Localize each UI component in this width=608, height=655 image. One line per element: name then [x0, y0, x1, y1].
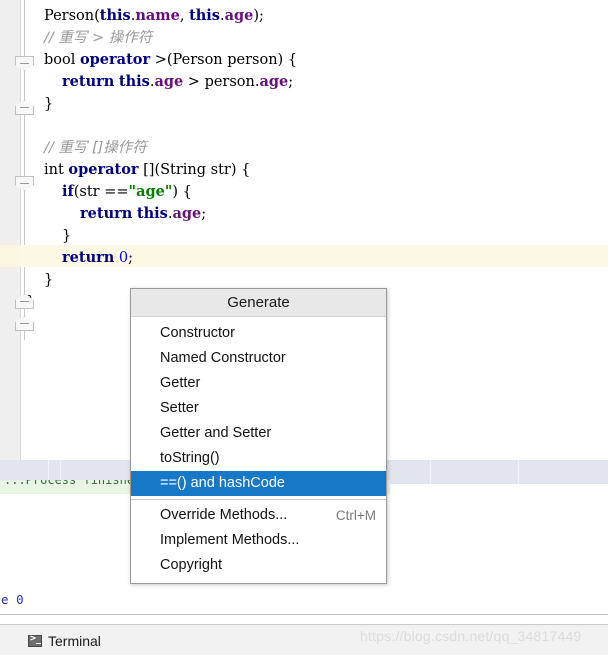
code-token: this: [99, 7, 131, 24]
code-token: name: [135, 7, 180, 24]
generate-menu-item-label: Override Methods...: [160, 507, 288, 523]
generate-menu-item[interactable]: ==() and hashCode: [131, 471, 386, 496]
code-token: ;: [288, 74, 294, 90]
code-token: [](String str) {: [138, 162, 251, 178]
generate-menu-item[interactable]: Override Methods... Ctrl+M: [131, 503, 386, 528]
code-line-text: }: [44, 93, 53, 115]
code-line: return this.age;: [0, 203, 608, 225]
code-token: // 重写 > 操作符: [44, 30, 153, 46]
code-token: return: [80, 205, 133, 222]
code-line-text: // 重写 []操作符: [44, 137, 147, 159]
terminal-icon: [28, 633, 42, 647]
generate-popup-title: Generate: [131, 289, 386, 317]
code-token: // 重写 []操作符: [44, 140, 147, 156]
generate-menu-item-label: Getter and Setter: [160, 425, 272, 441]
code-line: Person(this.name, this.age);: [0, 5, 608, 27]
code-line: }: [0, 225, 608, 247]
exit-code-text: ode 0: [0, 592, 24, 607]
code-line: // 重写 []操作符: [0, 137, 608, 159]
code-line-text: bool operator >(Person person) {: [44, 49, 297, 71]
code-line: // 重写 > 操作符: [0, 27, 608, 49]
code-line: return this.age > person.age;: [0, 71, 608, 93]
code-line-text: int operator [](String str) {: [44, 159, 250, 181]
code-token: age: [259, 73, 289, 90]
fold-minus-icon: [20, 63, 29, 64]
generate-menu-group-primary[interactable]: Constructor Named Constructor Getter Setter…: [131, 317, 386, 496]
code-token: operator: [80, 51, 151, 68]
code-token: ,: [179, 8, 190, 24]
terminal-label: Terminal: [48, 633, 101, 649]
menu-separator: [131, 499, 386, 500]
code-line: bool operator >(Person person) {: [0, 49, 608, 71]
watermark-text: https://blog.csdn.net/qq_34817449: [360, 628, 582, 644]
code-token: >(Person person) {: [150, 52, 298, 68]
generate-menu-item[interactable]: Implement Methods...: [131, 528, 386, 553]
code-line-text: return 0;: [62, 247, 133, 269]
code-token: }: [44, 96, 54, 112]
code-token: }: [62, 228, 72, 244]
code-token: this: [136, 205, 168, 222]
run-panel-border: [0, 614, 608, 615]
generate-menu-item[interactable]: Constructor: [131, 321, 386, 346]
fold-minus-icon: [20, 183, 29, 184]
code-token: ;: [201, 206, 207, 222]
code-line: }: [0, 93, 608, 115]
generate-menu-item[interactable]: Copyright: [131, 553, 386, 578]
code-token: operator: [68, 161, 139, 178]
code-token: int: [44, 162, 69, 178]
generate-menu-item[interactable]: Setter: [131, 396, 386, 421]
code-token: this: [118, 73, 150, 90]
code-line-text: // 重写 > 操作符: [44, 27, 152, 49]
generate-menu-item-label: ==() and hashCode: [160, 475, 285, 491]
code-line-text: Person(this.name, this.age);: [44, 5, 264, 27]
code-token: age: [224, 7, 254, 24]
generate-menu-item-label: Copyright: [160, 557, 223, 573]
fold-minus-icon: [20, 323, 29, 324]
code-token: > person.: [183, 74, 260, 90]
tab-divider: [518, 460, 519, 484]
code-token: ;: [128, 250, 134, 266]
code-token: ) {: [172, 184, 192, 200]
terminal-tool-button[interactable]: Terminal: [28, 631, 101, 651]
code-token: );: [253, 8, 264, 24]
generate-menu-group-secondary[interactable]: Override Methods... Ctrl+M Implement Metho…: [131, 503, 386, 583]
code-line-text: }: [44, 269, 53, 291]
code-token: return: [62, 73, 115, 90]
generate-menu-item-label: Named Constructor: [160, 350, 286, 366]
code-token: age: [172, 205, 202, 222]
code-token: age: [154, 73, 184, 90]
code-token: 0: [118, 250, 129, 266]
code-token: Person(: [44, 8, 100, 24]
generate-menu-item-shortcut: Ctrl+M: [335, 508, 376, 523]
generate-menu-item[interactable]: Named Constructor: [131, 346, 386, 371]
generate-menu-item-label: Setter: [160, 400, 199, 416]
tab-divider: [430, 460, 431, 484]
generate-popup-menu[interactable]: Generate Constructor Named Constructor Get…: [130, 288, 387, 584]
code-token: "age": [128, 183, 173, 200]
code-line: if(str =="age") {: [0, 181, 608, 203]
code-line-text: }: [62, 225, 71, 247]
code-token: }: [44, 272, 54, 288]
fold-minus-icon: [20, 301, 29, 302]
generate-menu-item-label: Getter: [160, 375, 201, 391]
generate-menu-item-label: Constructor: [160, 325, 235, 341]
generate-menu-item[interactable]: toString(): [131, 446, 386, 471]
code-token: if: [62, 183, 74, 200]
generate-menu-item[interactable]: Getter and Setter: [131, 421, 386, 446]
code-line: int operator [](String str) {: [0, 159, 608, 181]
code-line-text: return this.age > person.age;: [62, 71, 293, 93]
code-line: return 0;: [0, 247, 608, 269]
code-line-text: return this.age;: [80, 203, 206, 225]
code-token: return: [62, 249, 115, 266]
code-line-text: if(str =="age") {: [62, 181, 192, 203]
code-token: bool: [44, 52, 80, 68]
code-token: this: [189, 7, 220, 24]
fold-minus-icon: [20, 107, 29, 108]
generate-menu-item-label: Implement Methods...: [160, 532, 300, 548]
generate-menu-item-label: toString(): [160, 450, 220, 466]
generate-menu-item[interactable]: Getter: [131, 371, 386, 396]
code-token: (str ==: [73, 184, 129, 200]
